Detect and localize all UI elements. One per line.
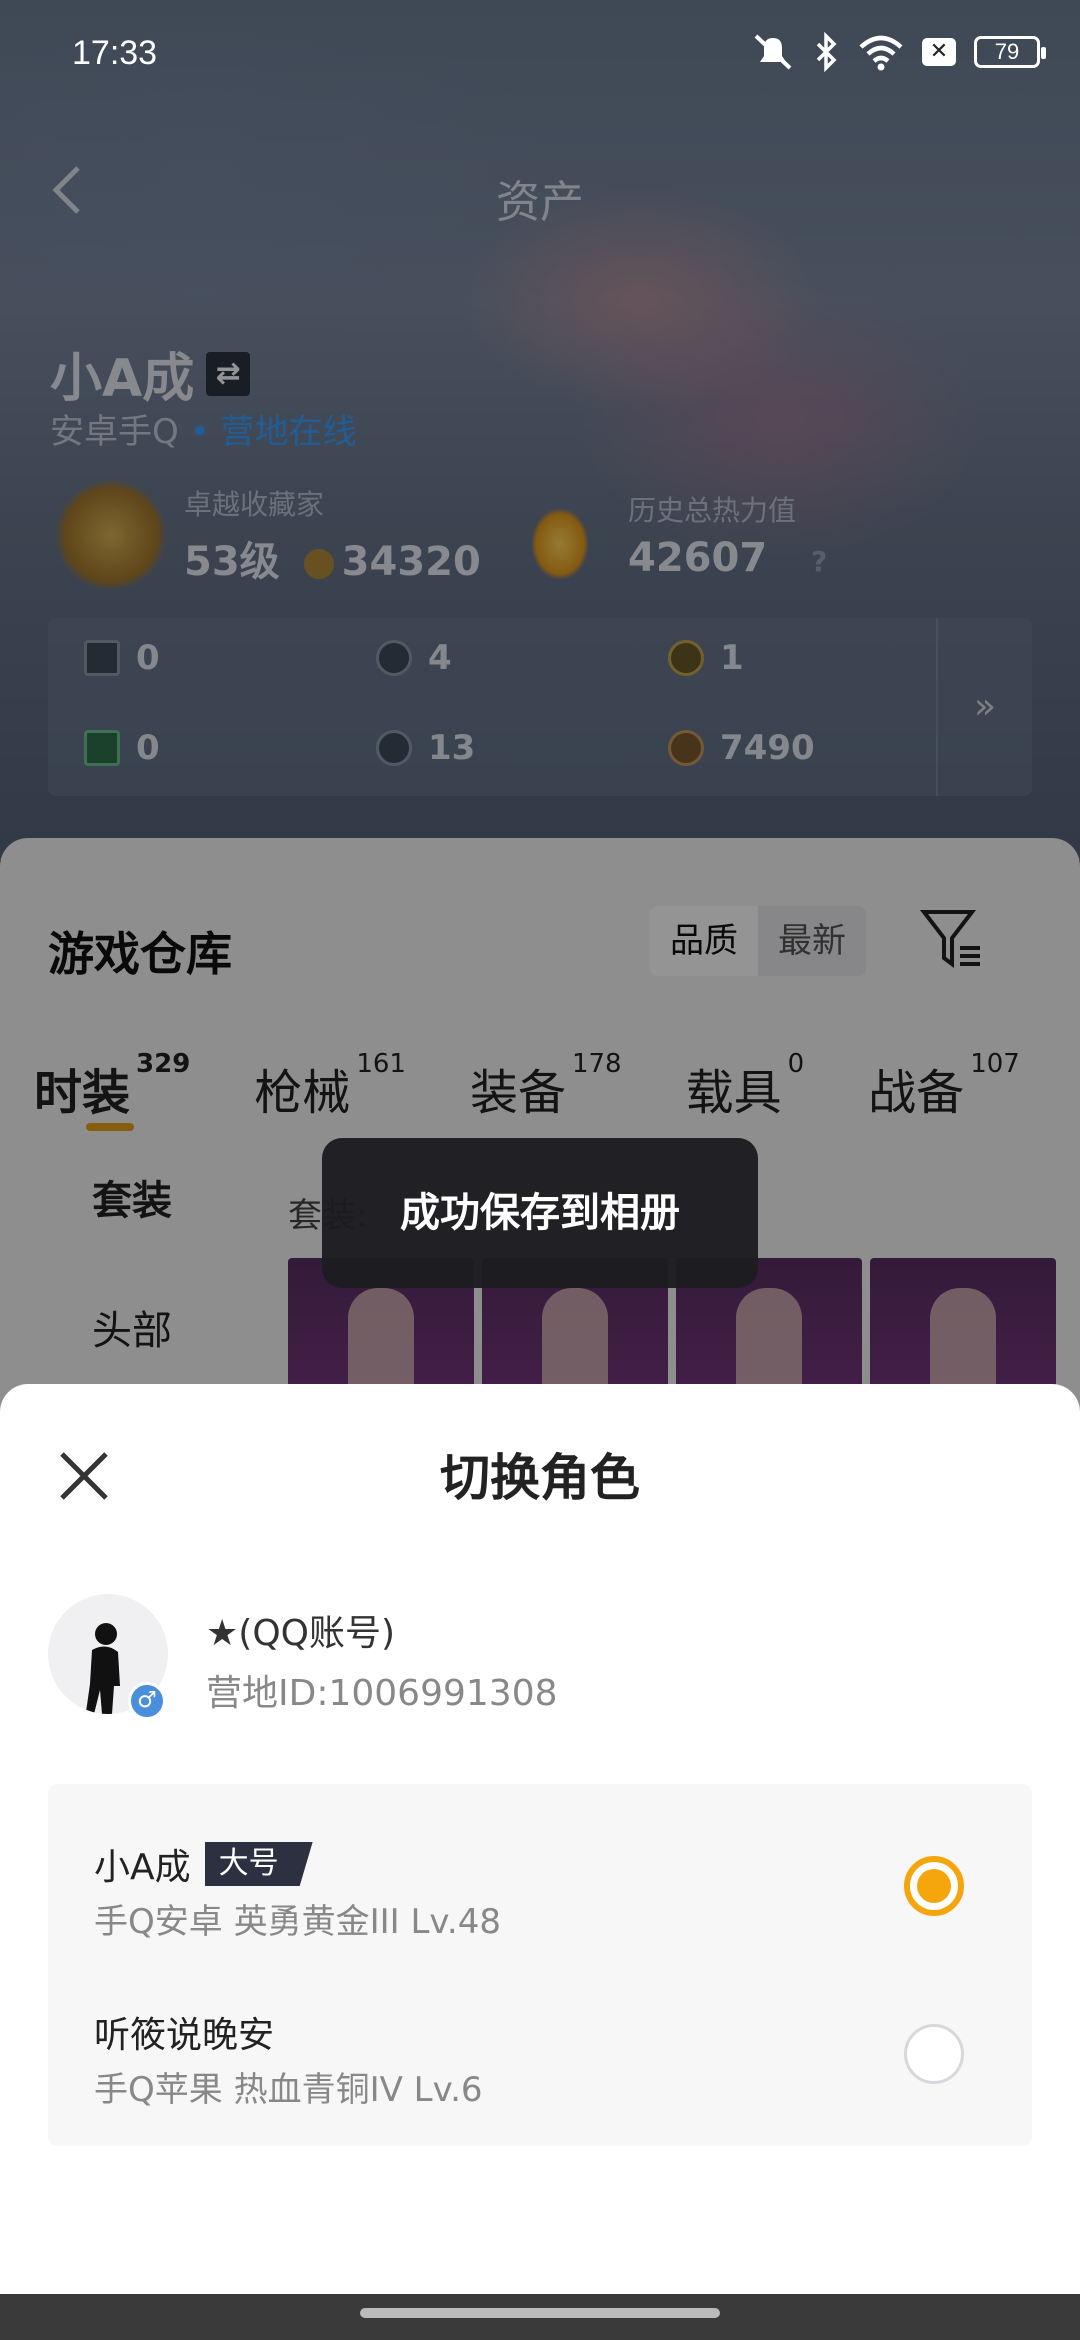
account-id: 营地ID:1006991308 — [206, 1673, 558, 1714]
role-detail: 手Q苹果 热血青铜IV Lv.6 — [94, 2070, 483, 2110]
role-list: 小A成 大号 手Q安卓 英勇黄金III Lv.48 听筱说晚安 手Q苹果 热血青… — [48, 1784, 1032, 2146]
account-name: ★(QQ账号) — [206, 1613, 396, 1654]
role-detail: 手Q安卓 英勇黄金III Lv.48 — [94, 1902, 501, 1942]
role-item[interactable]: 小A成 大号 手Q安卓 英勇黄金III Lv.48 — [48, 1794, 1032, 1954]
role-radio[interactable] — [904, 2024, 964, 2084]
wifi-icon — [859, 35, 903, 71]
battery-indicator: 79 — [974, 36, 1046, 68]
status-bar: 17:33 ✕ 79 — [0, 0, 1080, 110]
account-info: ♂ ★(QQ账号) 营地ID:1006991308 — [48, 1594, 1032, 1724]
role-name: 听筱说晚安 — [94, 2015, 275, 2056]
home-indicator[interactable] — [360, 2308, 720, 2318]
role-name: 小A成 — [94, 1847, 191, 1888]
status-time: 17:33 — [72, 34, 158, 72]
bluetooth-icon — [816, 32, 837, 72]
role-radio-selected[interactable] — [904, 1856, 964, 1916]
notification-x-icon: ✕ — [922, 38, 956, 66]
toast-message: 成功保存到相册 — [322, 1138, 758, 1288]
male-icon: ♂ — [128, 1682, 166, 1720]
mute-bell-icon — [754, 34, 792, 70]
role-name-row: 小A成 大号 — [94, 1838, 313, 1890]
main-account-badge: 大号 — [204, 1842, 313, 1886]
role-item[interactable]: 听筱说晚安 手Q苹果 热血青铜IV Lv.6 — [48, 1962, 1032, 2122]
role-name-row: 听筱说晚安 — [94, 2006, 274, 2058]
status-icons: ✕ 79 — [750, 32, 1046, 72]
switch-role-sheet: 切换角色 ♂ ★(QQ账号) 营地ID:1006991308 小A成 大号 手Q… — [0, 1384, 1080, 2294]
sheet-title: 切换角色 — [440, 1449, 640, 1507]
